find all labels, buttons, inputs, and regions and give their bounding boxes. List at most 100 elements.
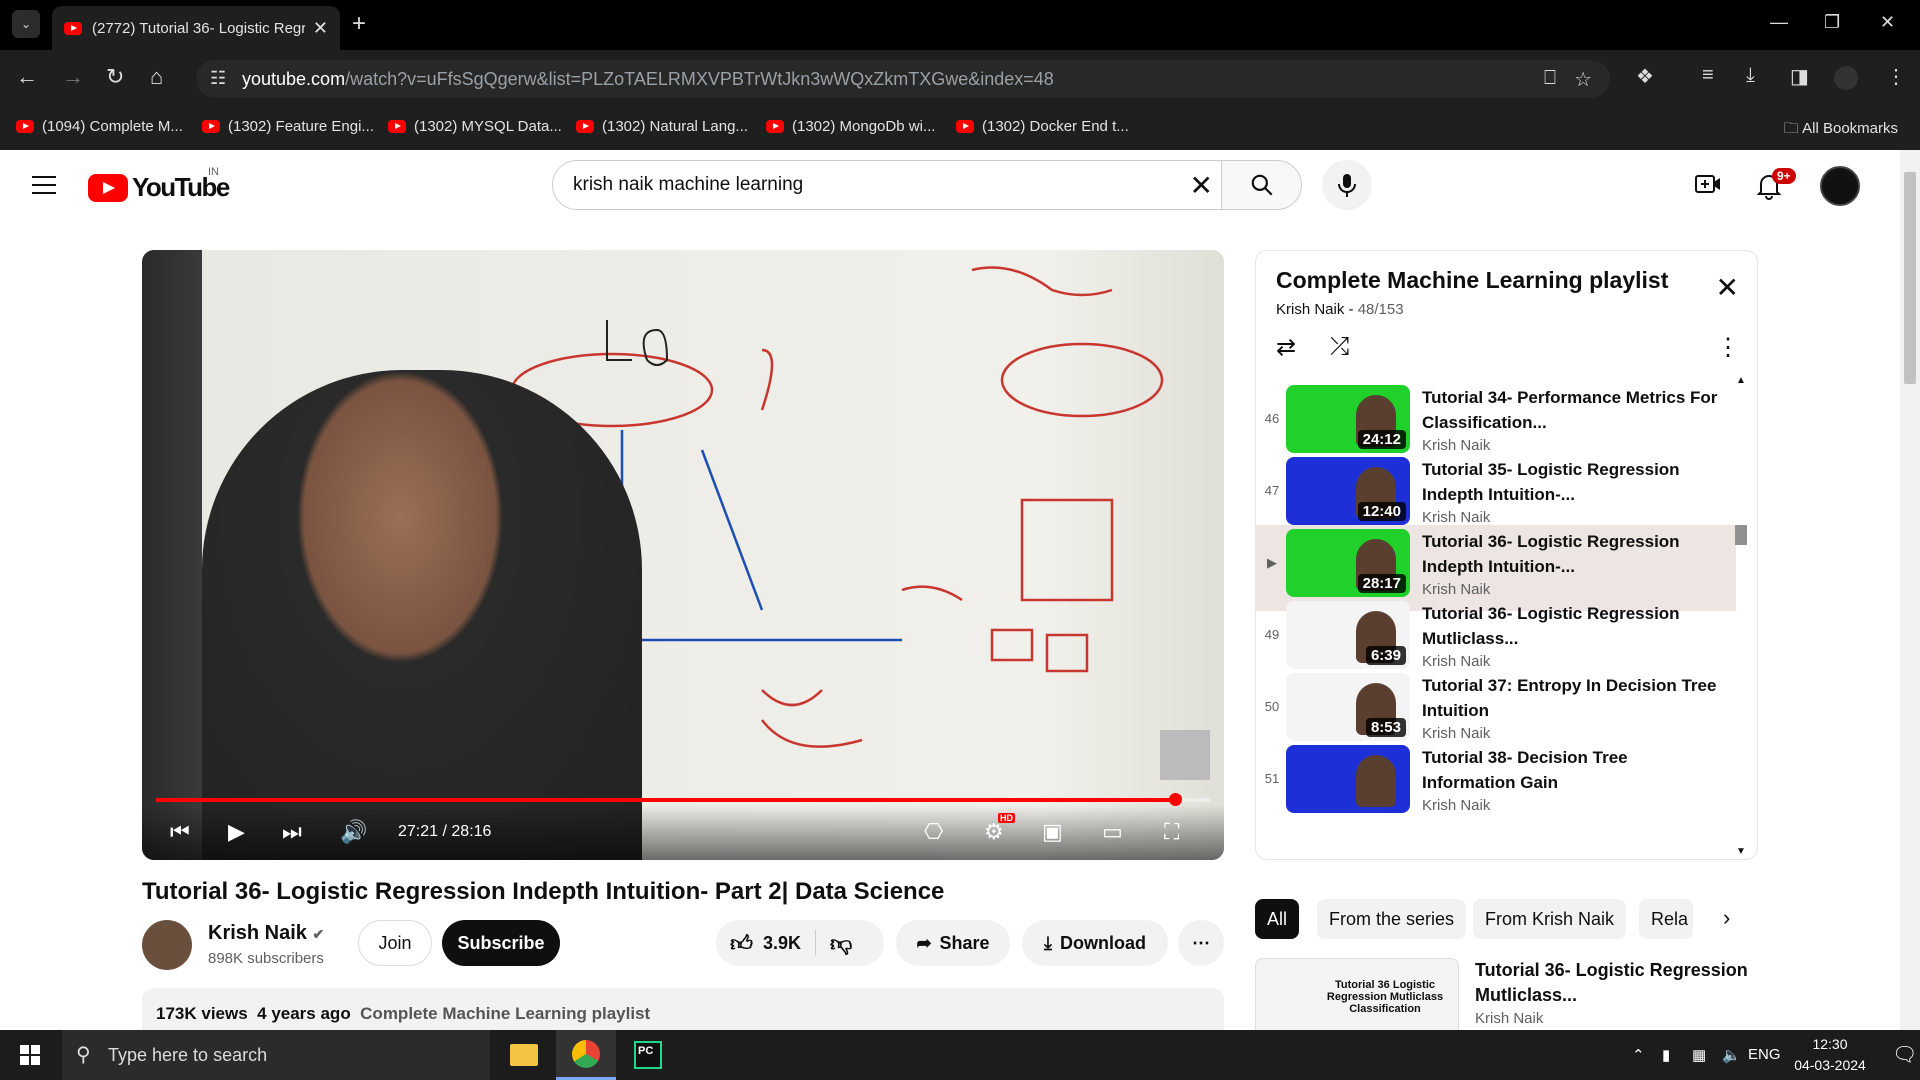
bookmark-item[interactable]: (1302) Natural Lang... [576, 118, 748, 135]
playlist-item-title[interactable]: Tutorial 38- Decision Tree Information G… [1422, 745, 1722, 795]
channel-avatar[interactable] [142, 920, 192, 970]
settings-gear-icon[interactable]: ⚙ HD [984, 813, 1015, 845]
join-button[interactable]: Join [358, 920, 432, 966]
subscribe-button[interactable]: Subscribe [442, 920, 560, 966]
home-icon[interactable]: ⌂ [150, 64, 163, 90]
recommended-title[interactable]: Tutorial 36- Logistic Regression Mutlicl… [1475, 958, 1755, 1008]
clear-search-icon[interactable]: ✕ [1190, 169, 1213, 202]
language-indicator[interactable]: ENG [1748, 1046, 1781, 1063]
shuffle-icon[interactable]: ⤮ [1330, 333, 1349, 361]
create-video-icon[interactable] [1694, 172, 1722, 201]
battery-icon[interactable]: ▮ [1662, 1046, 1670, 1064]
back-icon[interactable]: ← [16, 64, 38, 90]
close-window-icon[interactable]: ✕ [1880, 12, 1895, 33]
bookmark-star-icon[interactable]: ☆ [1574, 67, 1592, 92]
volume-tray-icon[interactable]: 🔈 [1722, 1046, 1741, 1064]
chips-next-icon[interactable]: › [1723, 905, 1730, 931]
previous-icon[interactable]: ⏮ [170, 819, 190, 845]
dislike-button[interactable]: 👎︎ [830, 930, 852, 957]
bookmark-item[interactable]: (1302) MongoDb wi... [766, 118, 935, 135]
voice-search-button[interactable] [1322, 160, 1372, 210]
side-panel-icon[interactable]: ◨ [1790, 64, 1809, 89]
playlist-item-title[interactable]: Tutorial 36- Logistic Regression Indepth… [1422, 529, 1722, 579]
install-app-icon[interactable]: ⎕ [1544, 67, 1556, 90]
extensions-icon[interactable]: ❖ [1636, 64, 1654, 89]
close-playlist-icon[interactable]: ✕ [1716, 271, 1739, 304]
reload-icon[interactable]: ↻ [106, 64, 124, 90]
scroll-up-icon[interactable]: ▲ [1736, 375, 1746, 386]
hamburger-menu-icon[interactable] [32, 176, 56, 200]
address-bar[interactable]: ☷ youtube.com/watch?v=uFfsSgQgerw&list=P… [196, 60, 1610, 98]
playlist-item-title[interactable]: Tutorial 34- Performance Metrics For Cla… [1422, 385, 1722, 435]
menu-icon[interactable]: ⋮ [1886, 64, 1906, 89]
site-info-icon[interactable]: ☷ [210, 68, 226, 89]
file-explorer-icon[interactable] [494, 1030, 554, 1080]
channel-name[interactable]: Krish Naik ✔ [208, 922, 324, 945]
more-actions-button[interactable]: ⋯ [1178, 920, 1224, 966]
taskbar-search-input[interactable]: ⚲ Type here to search [62, 1030, 490, 1080]
minimize-icon[interactable]: — [1770, 12, 1788, 33]
playlist-item-thumbnail[interactable]: 28:17 [1286, 529, 1410, 597]
theater-mode-icon[interactable]: ▭ [1102, 819, 1123, 845]
playlist-item-title[interactable]: Tutorial 36- Logistic Regression Mutlicl… [1422, 601, 1722, 651]
close-tab-icon[interactable]: ✕ [313, 18, 328, 39]
browser-tab[interactable]: (2772) Tutorial 36- Logistic Regr ✕ [52, 6, 340, 50]
playlist-item-thumbnail[interactable]: 12:40 [1286, 457, 1410, 525]
page-scrollbar[interactable] [1900, 150, 1920, 1030]
recommended-thumbnail[interactable]: Tutorial 36 Logistic Regression Mutlicla… [1255, 958, 1459, 1030]
play-icon[interactable]: ▶ [228, 819, 245, 845]
all-bookmarks[interactable]: 🗀 All Bookmarks [1784, 118, 1898, 143]
fullscreen-icon[interactable]: ⛶ [1164, 819, 1179, 845]
loop-icon[interactable]: ⇄ [1276, 333, 1296, 362]
playlist-item-thumbnail[interactable]: 6:39 [1286, 601, 1410, 669]
account-avatar[interactable] [1820, 166, 1860, 206]
bookmark-item[interactable]: (1094) Complete M... [16, 118, 183, 135]
chip-related[interactable]: Rela [1639, 899, 1693, 939]
playlist-title[interactable]: Complete Machine Learning playlist [1276, 267, 1668, 294]
video-player[interactable]: ⏮ ▶ ⏭ 🔊 27:21 / 28:16 ⎔ ⚙ HD ▣ ▭ ⛶ [142, 250, 1224, 860]
playlist-item-thumbnail[interactable] [1286, 745, 1410, 813]
scroll-thumb[interactable] [1735, 525, 1747, 545]
pycharm-icon[interactable]: PC [618, 1030, 678, 1080]
recommended-video[interactable]: Tutorial 36 Logistic Regression Mutlicla… [1255, 958, 1758, 1030]
playlist-menu-icon[interactable]: ⋮ [1716, 333, 1740, 362]
new-tab-button[interactable]: + [352, 10, 366, 38]
download-button[interactable]: ⤓ Download [1022, 920, 1168, 966]
media-controls-icon[interactable]: ≡ [1702, 64, 1714, 87]
like-button[interactable]: 👍︎ 3.9K [730, 930, 801, 957]
playlist-item[interactable]: 51 Tutorial 38- Decision Tree Information… [1256, 741, 1736, 827]
notification-center-icon[interactable]: 🗨︎ [1892, 1042, 1917, 1067]
subtitles-icon[interactable]: ⎔ [924, 819, 943, 845]
playlist-item-thumbnail[interactable]: 8:53 [1286, 673, 1410, 741]
playlist-scrollbar[interactable]: ▲ ▼ [1733, 375, 1749, 857]
description-box[interactable]: 173K views 4 years ago Complete Machine … [142, 988, 1224, 1030]
restore-icon[interactable]: ❐ [1824, 12, 1840, 33]
volume-icon[interactable]: 🔊 [340, 819, 367, 845]
scroll-down-icon[interactable]: ▼ [1736, 846, 1746, 857]
playlist-item-thumbnail[interactable]: 24:12 [1286, 385, 1410, 453]
forward-icon[interactable]: → [62, 64, 84, 90]
tab-search-button[interactable]: ⌄ [12, 10, 40, 38]
playlist-link[interactable]: Complete Machine Learning playlist [360, 1004, 650, 1023]
page-scroll-thumb[interactable] [1904, 172, 1916, 384]
bookmark-item[interactable]: (1302) Docker End t... [956, 118, 1129, 135]
bookmark-item[interactable]: (1302) Feature Engi... [202, 118, 374, 135]
profile-avatar[interactable] [1834, 66, 1858, 90]
windows-start-icon[interactable] [20, 1045, 40, 1065]
chip-all[interactable]: All [1255, 899, 1300, 939]
progress-bar[interactable] [156, 793, 1210, 806]
chip-from-krish-naik[interactable]: From Krish Naik [1473, 899, 1627, 939]
tray-expand-icon[interactable]: ⌃ [1632, 1046, 1645, 1064]
playlist-item-title[interactable]: Tutorial 35- Logistic Regression Indepth… [1422, 457, 1722, 507]
search-input[interactable]: krish naik machine learning ✕ [552, 160, 1222, 210]
chrome-icon[interactable] [556, 1030, 616, 1080]
miniplayer-icon[interactable]: ▣ [1042, 819, 1063, 845]
clock[interactable]: 12:30 04-03-2024 [1790, 1034, 1870, 1076]
next-icon[interactable]: ⏭ [282, 819, 302, 845]
downloads-icon[interactable]: ⤓ [1746, 64, 1755, 87]
network-icon[interactable]: ▦ [1692, 1046, 1706, 1064]
playlist-item-title[interactable]: Tutorial 37: Entropy In Decision Tree In… [1422, 673, 1722, 723]
playlist-author[interactable]: Krish Naik [1276, 301, 1344, 318]
chip-from-the-series[interactable]: From the series [1317, 899, 1467, 939]
share-button[interactable]: ➦ Share [896, 920, 1010, 966]
